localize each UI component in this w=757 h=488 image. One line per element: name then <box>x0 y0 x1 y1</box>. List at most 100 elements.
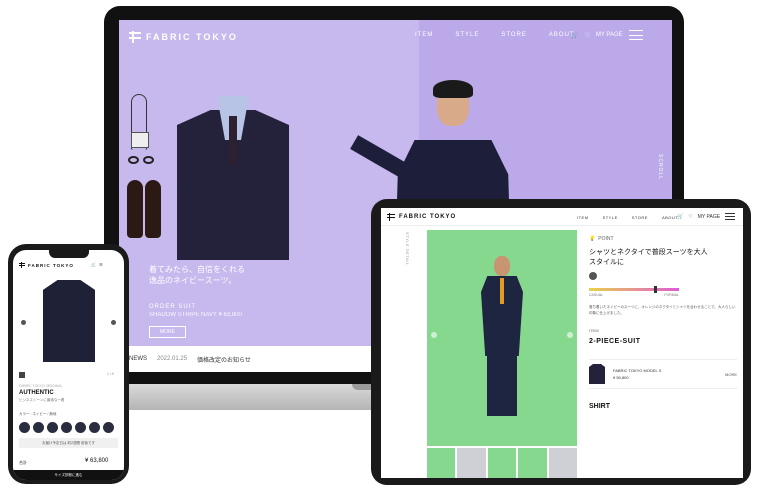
color-swatch[interactable] <box>19 422 30 433</box>
hero-copy: 着てみたら、自信をくれる 逸品のネイビースーツ。 ORDER SUIT SHAD… <box>149 264 245 338</box>
prev-arrow-icon[interactable] <box>431 332 437 338</box>
tablet-brand: FABRIC TOKYO <box>399 214 457 220</box>
style-detail-label: STYLE DETAIL <box>405 232 410 266</box>
thumbnail[interactable] <box>548 448 578 478</box>
gauge-left-label: CASUAL <box>589 293 604 297</box>
phone-logo[interactable]: FABRIC TOKYO <box>19 262 74 268</box>
tablet-logo[interactable]: FABRIC TOKYO <box>387 213 456 221</box>
product-card-more[interactable]: MORE <box>725 372 737 377</box>
model-head <box>494 256 510 276</box>
suit-tie-image <box>229 116 237 164</box>
color-swatches <box>19 422 114 433</box>
tablet-nav: FABRIC TOKYO ITEM STYLE STORE ABOUT 🛒 ♡ … <box>381 208 743 226</box>
nav-item-style[interactable]: STYLE <box>603 215 618 220</box>
point-label: POINT <box>598 236 614 242</box>
thumbnail[interactable] <box>518 448 547 478</box>
tablet-screen: FABRIC TOKYO ITEM STYLE STORE ABOUT 🛒 ♡ … <box>381 208 743 478</box>
phone-nav: FABRIC TOKYO 🛒 ☰ <box>13 260 124 274</box>
grid-icon[interactable] <box>19 372 25 378</box>
delivery-notice: お届け予定日は 約2週間 前後です <box>19 438 118 448</box>
logo-icon <box>387 213 395 221</box>
jacket-image <box>43 280 95 362</box>
menu-icon[interactable]: ☰ <box>99 262 103 267</box>
nav-item-style[interactable]: STYLE <box>455 32 479 38</box>
hero-headline-1: 着てみたら、自信をくれる <box>149 265 245 274</box>
point-heading: 💡 POINT <box>589 236 737 242</box>
color-swatch[interactable] <box>47 422 58 433</box>
model-tie <box>500 278 504 304</box>
model-hair <box>433 80 473 98</box>
hero-product-detail: SHADOW STRIPE NAVY <box>149 312 217 318</box>
mypage-link[interactable]: MY PAGE <box>596 32 623 38</box>
badge-icon <box>589 272 597 280</box>
shoe-image <box>127 180 143 238</box>
model-legs <box>487 354 517 416</box>
laptop-logo[interactable]: FABRIC TOKYO <box>129 31 238 43</box>
product-card[interactable]: FABRIC TOKYO MODEL S ¥ 59,800 MORE <box>589 359 737 389</box>
photo-thumbnails <box>427 448 578 478</box>
thumbnail[interactable] <box>487 448 517 478</box>
hero-price: ¥ 63,800 <box>218 312 242 318</box>
logo-icon <box>19 262 25 268</box>
news-date: 2022.01.25 <box>157 356 188 362</box>
shirt-title: SHIRT <box>589 403 610 410</box>
logo-icon <box>129 31 141 43</box>
gauge-right-label: FORMAL <box>664 293 679 297</box>
thumbnail[interactable] <box>457 448 486 478</box>
nav-item-item[interactable]: ITEM <box>577 215 589 220</box>
style-heading-1: シャツとネクタイで普段スーツを大人 <box>589 249 708 256</box>
hero-more-button[interactable]: MORE <box>149 326 186 338</box>
product-card-title: FABRIC TOKYO MODEL S <box>613 368 662 373</box>
item-title: 2-PIECE-SUIT <box>589 338 641 345</box>
product-card-price: ¥ 59,800 <box>613 375 629 380</box>
cart-icon[interactable]: 🛒 <box>677 214 683 220</box>
jacket-thumbnail <box>589 364 605 384</box>
gauge-marker <box>653 286 657 293</box>
phone-brand: FABRIC TOKYO <box>28 262 74 268</box>
lightbulb-icon: 💡 <box>589 236 596 242</box>
glasses-image <box>128 156 156 164</box>
nav-item-item[interactable]: ITEM <box>415 32 433 38</box>
phone-screen: FABRIC TOKYO 🛒 ☰ 1 / 5 FABRIC TOKYO ORIG… <box>13 250 124 480</box>
item-label: ITEM <box>589 328 599 333</box>
style-description: 落ち着いたネイビーのスーツに、オレンジのネクタイとシャツを合わせることで、大人ら… <box>589 305 736 315</box>
next-arrow-icon[interactable] <box>111 320 116 325</box>
mypage-link[interactable]: MY PAGE <box>698 214 720 220</box>
total-price: ¥ 63,800 <box>85 458 109 464</box>
cta-button[interactable]: サイズ診断に進む <box>13 470 124 480</box>
color-swatch[interactable] <box>33 422 44 433</box>
shoe-image <box>145 180 161 238</box>
menu-icon[interactable] <box>725 213 736 220</box>
scroll-indicator: SCROLL <box>657 154 663 181</box>
product-brand: FABRIC TOKYO ORIGINAL <box>19 384 63 388</box>
laptop-brand: FABRIC TOKYO <box>146 32 238 42</box>
thumbnail[interactable] <box>427 448 456 478</box>
favorite-icon[interactable]: ♡ <box>688 214 692 220</box>
cart-icon[interactable]: 🛒 <box>571 32 578 39</box>
prev-arrow-icon[interactable] <box>21 320 26 325</box>
id-card-image <box>131 132 149 148</box>
image-pager: 1 / 5 <box>107 372 114 376</box>
color-swatch[interactable] <box>75 422 86 433</box>
product-description: ビジネスシーンに最適な一着 <box>19 398 65 402</box>
nav-item-store[interactable]: STORE <box>632 215 648 220</box>
nav-item-about[interactable]: ABOUT <box>662 215 678 220</box>
news-label: NEWS <box>129 356 147 362</box>
style-heading-2: スタイルに <box>589 259 624 266</box>
laptop-nav: FABRIC TOKYO ITEM STYLE STORE ABOUT 🛒 ♡ … <box>119 20 672 52</box>
product-title: AUTHENTIC <box>19 390 54 396</box>
phone-notch <box>49 250 89 258</box>
nav-item-store[interactable]: STORE <box>501 32 527 38</box>
hero-product: ORDER SUIT <box>149 304 197 310</box>
color-label: カラー : ネイビー / 無地 <box>19 412 57 416</box>
cart-icon[interactable]: 🛒 <box>91 262 96 267</box>
favorite-icon[interactable]: ♡ <box>584 32 589 39</box>
color-swatch[interactable] <box>89 422 100 433</box>
menu-icon[interactable] <box>628 30 643 40</box>
color-swatch[interactable] <box>61 422 72 433</box>
color-swatch[interactable] <box>103 422 114 433</box>
next-arrow-icon[interactable] <box>567 332 573 338</box>
news-text[interactable]: 価格改定のお知らせ <box>197 355 251 364</box>
hero-headline-2: 逸品のネイビースーツ。 <box>149 276 237 285</box>
formality-gauge <box>589 286 679 293</box>
